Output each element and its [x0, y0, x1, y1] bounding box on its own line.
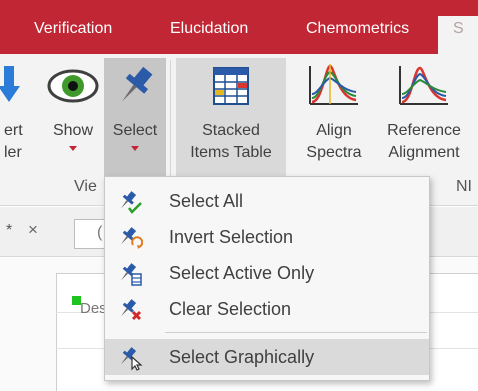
select-label: Select	[112, 122, 158, 139]
menu-item-select-all[interactable]: Select All	[105, 183, 429, 219]
tab-elucidation[interactable]: Elucidation	[170, 20, 248, 38]
show-dropdown-arrow-icon	[69, 146, 77, 151]
select-active-only-icon	[117, 261, 143, 287]
close-icon[interactable]: ×	[28, 220, 38, 240]
reference-label-1: Reference	[387, 122, 461, 139]
menu-item-label: Clear Selection	[169, 299, 292, 319]
menu-item-invert-selection[interactable]: Invert Selection	[105, 219, 429, 255]
insert-folder-label-2: ler	[4, 144, 22, 161]
stacked-items-table-button[interactable]: Stacked Items Table	[176, 58, 286, 184]
menu-item-label: Select Graphically	[169, 347, 315, 367]
select-graphically-icon	[117, 345, 143, 371]
reference-alignment-button[interactable]: Reference Alignment	[378, 58, 470, 184]
align-spectra-icon	[296, 58, 372, 110]
menu-item-clear-selection[interactable]: Clear Selection	[105, 291, 429, 327]
select-dropdown-arrow-icon	[131, 146, 139, 151]
menu-item-label: Invert Selection	[169, 227, 294, 247]
insert-folder-label-1: ert	[4, 122, 23, 139]
insert-folder-button[interactable]: ert ler	[0, 58, 30, 184]
tab-verification[interactable]: Verification	[34, 20, 112, 38]
select-all-icon	[117, 189, 143, 215]
select-dropdown-menu: Select All Invert Selection Select Activ…	[104, 176, 430, 381]
select-button[interactable]: Select	[104, 58, 166, 184]
reference-label-2: Alignment	[388, 144, 460, 161]
align-spectra-button[interactable]: Align Spectra	[296, 58, 372, 184]
menu-item-select-graphically[interactable]: Select Graphically	[105, 339, 429, 375]
pushpin-icon	[104, 58, 166, 110]
invert-selection-icon	[117, 225, 144, 251]
menu-item-label: Select Active Only	[169, 263, 315, 283]
tab-active-partial[interactable]: S	[438, 16, 478, 54]
document-tab-modified-mark: *	[6, 222, 13, 239]
show-button[interactable]: Show	[44, 58, 102, 184]
menu-item-label: Select All	[169, 191, 244, 211]
stacked-label-2: Items Table	[190, 144, 272, 161]
group-label-view: Vie	[74, 178, 97, 195]
ribbon-separator	[170, 60, 171, 178]
down-arrow-icon	[0, 58, 30, 110]
align-label-2: Spectra	[306, 144, 362, 161]
stacked-label-1: Stacked	[202, 122, 260, 139]
menu-separator	[165, 332, 427, 333]
eye-icon	[44, 58, 102, 110]
table-grid-icon	[176, 58, 286, 110]
align-label-1: Align	[316, 122, 352, 139]
clear-selection-icon	[117, 297, 143, 323]
group-label-nmr: NI	[456, 178, 472, 195]
description-column-header[interactable]: Des	[80, 300, 107, 317]
tab-chemometrics[interactable]: Chemometrics	[306, 20, 409, 38]
menu-item-select-active-only[interactable]: Select Active Only	[105, 255, 429, 291]
ribbon-tab-bar: Verification Elucidation Chemometrics S	[0, 0, 478, 54]
show-label: Show	[52, 122, 94, 139]
reference-alignment-icon	[378, 58, 470, 110]
